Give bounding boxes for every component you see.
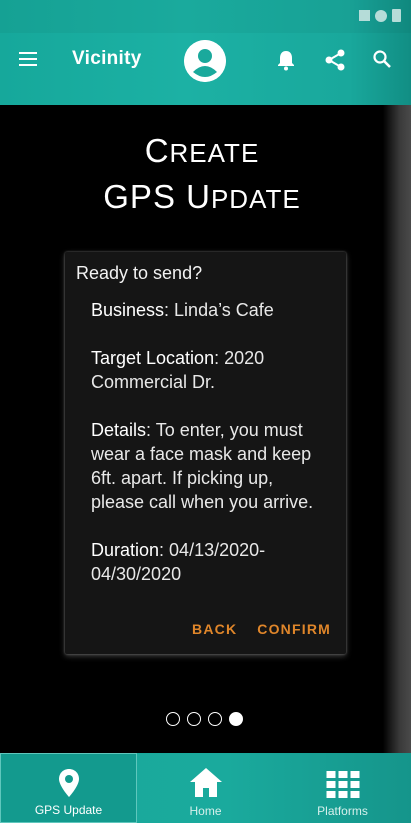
nav-label: Platforms xyxy=(317,804,368,818)
search-icon[interactable] xyxy=(372,49,392,74)
page-dot[interactable] xyxy=(208,712,222,726)
dialog-title: Ready to send? xyxy=(76,263,203,283)
battery-icon xyxy=(392,9,401,22)
field-label: Duration xyxy=(91,540,160,560)
title-initial-c: C xyxy=(144,132,170,169)
confirm-button[interactable]: CONFIRM xyxy=(257,621,331,637)
business-field: Business: Linda’s Cafe xyxy=(91,298,321,322)
nav-label: Home xyxy=(189,804,222,818)
nav-label: GPS Update xyxy=(34,803,103,817)
target-location-field: Target Location: 2020 Commercial Dr. xyxy=(91,346,321,394)
confirmation-dialog: Ready to send? Business: Linda’s Cafe Ta… xyxy=(65,252,346,654)
nav-item-gps-update[interactable]: GPS Update xyxy=(0,753,137,823)
bottom-navigation: GPS Update Home Platforms xyxy=(0,753,411,823)
page-indicator xyxy=(166,712,243,726)
bell-icon[interactable] xyxy=(276,49,296,76)
nav-item-home[interactable]: Home xyxy=(137,753,274,823)
signal-circle-icon xyxy=(375,9,387,22)
field-value: : Linda’s Cafe xyxy=(164,300,274,320)
page-dot[interactable] xyxy=(187,712,201,726)
title-rest-pdate: PDATE xyxy=(210,184,301,214)
page-title-line-2: GPS UPDATE xyxy=(0,174,404,220)
details-field: Details: To enter, you must wear a face … xyxy=(91,418,321,514)
location-pin-icon xyxy=(57,768,81,803)
field-label: Details xyxy=(91,420,147,440)
page-title: CREATE GPS UPDATE xyxy=(0,128,404,220)
dialog-body: Business: Linda’s Cafe Target Location: … xyxy=(91,298,321,610)
notification-square-icon xyxy=(359,10,370,21)
page-dot-active[interactable] xyxy=(229,712,243,726)
field-label: Target Location xyxy=(91,348,215,368)
app-bar: Vicinity xyxy=(0,0,411,105)
field-label: Business xyxy=(91,300,165,320)
title-rest-create: REATE xyxy=(169,138,260,168)
status-bar-shade xyxy=(0,0,411,33)
dialog-actions: BACK CONFIRM xyxy=(192,621,331,637)
status-icons xyxy=(359,9,401,22)
home-icon xyxy=(188,766,224,803)
page-dot[interactable] xyxy=(166,712,180,726)
share-icon[interactable] xyxy=(324,48,346,77)
grid-icon xyxy=(326,771,359,804)
menu-icon[interactable] xyxy=(19,52,37,66)
app-title: Vicinity xyxy=(72,48,142,69)
account-circle-icon[interactable] xyxy=(184,40,226,82)
page-title-line-1: CREATE xyxy=(0,128,404,174)
duration-field: Duration: 04/13/2020-04/30/2020 xyxy=(91,538,321,586)
back-button[interactable]: BACK xyxy=(192,621,237,637)
title-initial-gps-u: GPS U xyxy=(103,178,211,215)
nav-item-platforms[interactable]: Platforms xyxy=(274,753,411,823)
